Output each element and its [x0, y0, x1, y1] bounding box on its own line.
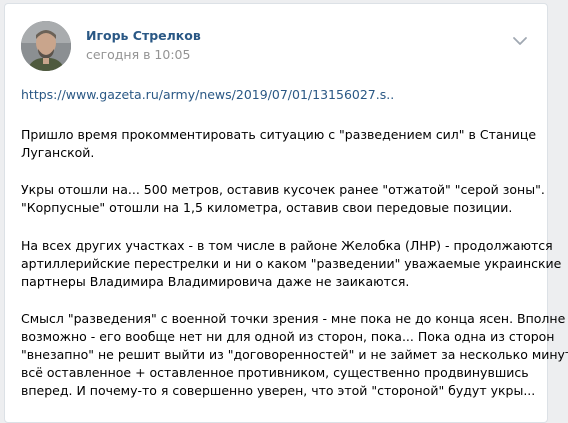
text-line: вперед. И почему-то я совершенно уверен,… [21, 382, 536, 398]
avatar[interactable] [21, 21, 71, 71]
text-line: Луганской. [21, 144, 95, 160]
post-link[interactable]: https://www.gazeta.ru/army/news/2019/07/… [21, 87, 394, 102]
text-line: партнеры Владимира Владимировича даже не… [21, 273, 410, 289]
chevron-down-icon[interactable] [512, 32, 528, 45]
author-name[interactable]: Игорь Стрелков [86, 28, 201, 43]
paragraph-2: Укры отошли на... 500 метров, оставив ку… [21, 181, 545, 217]
text-line: Пришло время прокомментировать ситуацию … [21, 126, 537, 142]
text-line: "Корпусные" отошли на 1,5 километра, ост… [21, 200, 513, 216]
avatar-photo [21, 21, 71, 71]
paragraph-4: Смысл "разведения" с военной точки зрени… [21, 310, 568, 399]
post-text: https://www.gazeta.ru/army/news/2019/07/… [21, 86, 568, 399]
text-line: "внезапно" не решит выйти из "договоренн… [21, 346, 568, 362]
post-timestamp[interactable]: сегодня в 10:05 [86, 47, 190, 62]
text-line: Укры отошли на... 500 метров, оставив ку… [21, 182, 545, 198]
text-line: артиллерийские перестрелки и ни о каком … [21, 255, 562, 271]
paragraph-1: Пришло время прокомментировать ситуацию … [21, 126, 537, 162]
text-line: возможно - его вообще нет ни для одной и… [21, 329, 555, 345]
post-card: Игорь Стрелков сегодня в 10:05 https://w… [4, 3, 568, 423]
paragraph-3: На всех других участках - в том числе в … [21, 237, 562, 290]
text-line: На всех других участках - в том числе в … [21, 237, 553, 253]
text-line: Смысл "разведения" с военной точки зрени… [21, 311, 566, 327]
text-line: всё оставленное + оставленное противнико… [21, 364, 529, 380]
